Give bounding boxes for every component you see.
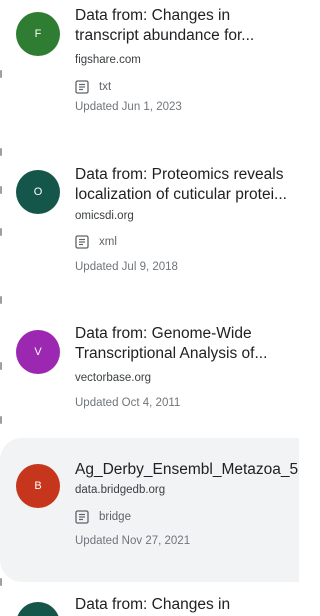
format-label: xml: [99, 236, 117, 248]
result-format: bridge: [75, 509, 131, 525]
result-format: xml: [75, 234, 117, 250]
result-card[interactable]: V Data from: Genome-Wide Transcriptional…: [0, 320, 299, 420]
document-icon: [75, 80, 89, 94]
source-avatar: V: [16, 330, 60, 374]
result-title[interactable]: Data from: Changes in: [75, 6, 299, 26]
result-title[interactable]: Data from: Proteomics reveals: [75, 165, 299, 185]
result-title[interactable]: Data from: Changes in: [75, 595, 299, 615]
updated-date: Updated Jun 1, 2023: [75, 101, 182, 113]
updated-date: Updated Jul 9, 2018: [75, 261, 178, 273]
updated-date: Updated Oct 4, 2011: [75, 397, 181, 409]
updated-date: Updated Nov 27, 2021: [75, 535, 191, 547]
result-card[interactable]: F Data from: Changes in: [0, 594, 299, 616]
result-format: txt: [75, 79, 111, 95]
edge-mark: [0, 148, 2, 156]
source-avatar: B: [16, 464, 60, 508]
result-card[interactable]: O Data from: Proteomics reveals localiza…: [0, 160, 299, 290]
source-avatar: F: [16, 602, 60, 616]
edge-mark: [0, 578, 2, 586]
result-source: omicsdi.org: [75, 210, 134, 222]
result-title[interactable]: Data from: Genome-Wide: [75, 324, 299, 344]
result-card-selected[interactable]: B Ag_Derby_Ensembl_Metazoa_52 data.bridg…: [0, 438, 299, 582]
source-avatar: O: [16, 170, 60, 214]
document-icon: [75, 235, 89, 249]
format-label: txt: [99, 81, 112, 93]
result-source: data.bridgedb.org: [75, 484, 166, 496]
result-source: vectorbase.org: [75, 372, 152, 384]
result-title-continued[interactable]: Transcriptional Analysis of...: [75, 344, 299, 364]
result-title-continued[interactable]: transcript abundance for...: [75, 26, 299, 46]
source-avatar: F: [16, 12, 60, 56]
format-label: bridge: [99, 511, 131, 523]
result-source: figshare.com: [75, 54, 141, 66]
document-icon: [75, 510, 89, 524]
result-title[interactable]: Ag_Derby_Ensembl_Metazoa_52: [75, 460, 299, 480]
dataset-results-list: F Data from: Changes in transcript abund…: [0, 0, 299, 616]
result-title-continued[interactable]: localization of cuticular protei...: [75, 185, 299, 205]
result-card[interactable]: F Data from: Changes in transcript abund…: [0, 0, 299, 140]
edge-mark: [0, 296, 2, 304]
